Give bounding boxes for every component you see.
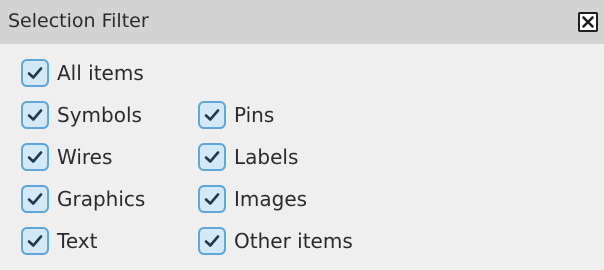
graphics-label: Graphics	[57, 187, 146, 211]
filter-graphics[interactable]: Graphics	[21, 183, 145, 215]
graphics-checkbox[interactable]	[21, 185, 49, 213]
other-items-checkbox[interactable]	[198, 227, 226, 255]
filter-labels[interactable]: Labels	[198, 141, 298, 173]
other-items-label: Other items	[234, 229, 353, 253]
filter-wires[interactable]: Wires	[21, 141, 112, 173]
filter-pins[interactable]: Pins	[198, 99, 274, 131]
text-checkbox[interactable]	[21, 227, 49, 255]
all-items-label: All items	[57, 61, 144, 85]
filter-symbols[interactable]: Symbols	[21, 99, 142, 131]
checkmark-icon	[27, 109, 43, 121]
checkmark-icon	[204, 193, 220, 205]
labels-label: Labels	[234, 145, 299, 169]
labels-checkbox[interactable]	[198, 143, 226, 171]
symbols-label: Symbols	[57, 103, 142, 127]
selection-filter-panel: Selection Filter All items Symbols Wires…	[0, 0, 604, 270]
checkmark-icon	[27, 193, 43, 205]
wires-label: Wires	[57, 145, 113, 169]
checkmark-icon	[27, 67, 43, 79]
images-label: Images	[234, 187, 308, 211]
all-items-checkbox[interactable]	[21, 59, 49, 87]
checkmark-icon	[204, 109, 220, 121]
filter-other-items[interactable]: Other items	[198, 225, 353, 257]
checkmark-icon	[204, 151, 220, 163]
filter-images[interactable]: Images	[198, 183, 307, 215]
pins-label: Pins	[234, 103, 275, 127]
title-bar: Selection Filter	[0, 0, 604, 44]
wires-checkbox[interactable]	[21, 143, 49, 171]
checkmark-icon	[27, 151, 43, 163]
pins-checkbox[interactable]	[198, 101, 226, 129]
close-button[interactable]	[578, 12, 598, 32]
text-label: Text	[57, 229, 98, 253]
panel-title: Selection Filter	[8, 10, 149, 32]
checkmark-icon	[27, 235, 43, 247]
filter-all-items[interactable]: All items	[21, 57, 144, 89]
images-checkbox[interactable]	[198, 185, 226, 213]
filter-text[interactable]: Text	[21, 225, 97, 257]
checkmark-icon	[204, 235, 220, 247]
symbols-checkbox[interactable]	[21, 101, 49, 129]
close-icon	[582, 16, 594, 28]
